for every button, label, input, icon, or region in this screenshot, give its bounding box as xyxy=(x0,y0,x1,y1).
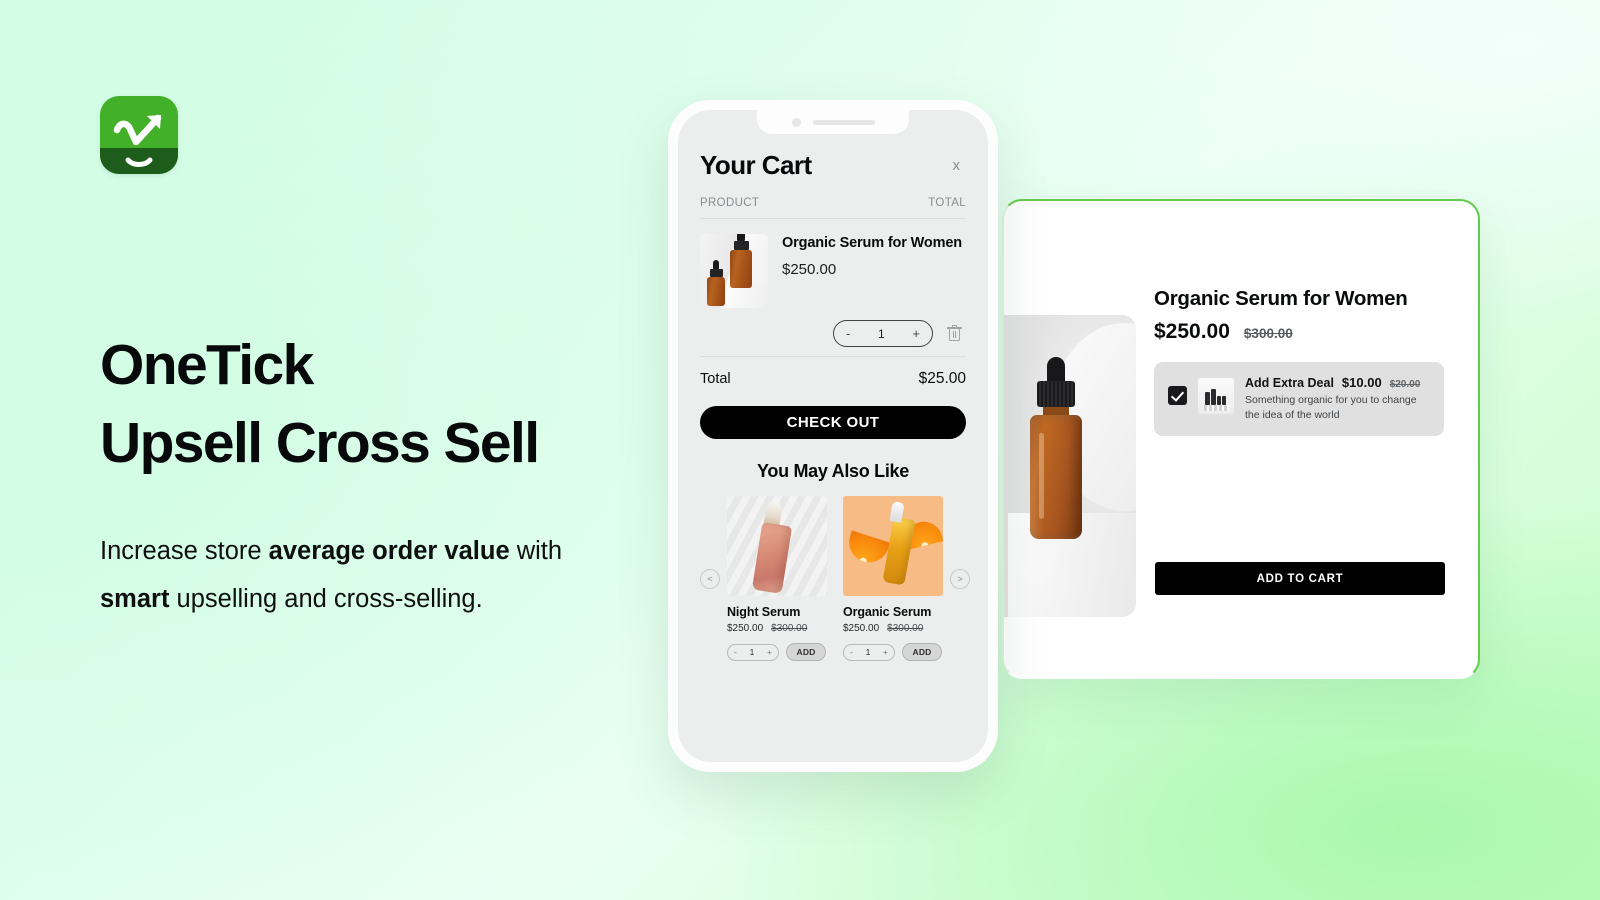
recommendation-compare-at-price: $300.00 xyxy=(887,623,924,634)
subhead-text-1: Increase store xyxy=(100,537,269,566)
app-logo xyxy=(100,96,178,174)
phone-notch xyxy=(757,110,909,134)
serum-bottles-image xyxy=(700,234,768,308)
column-header-total: TOTAL xyxy=(928,197,966,209)
cart-item-name: Organic Serum for Women xyxy=(782,235,962,251)
speaker-bar xyxy=(812,119,875,125)
night-serum-bottle-image xyxy=(727,496,827,596)
recommendation-decrement-button[interactable]: - xyxy=(850,648,853,657)
column-header-product: PRODUCT xyxy=(700,197,760,209)
cart-item-price: $250.00 xyxy=(782,261,837,279)
deal-price: $10.00 xyxy=(1341,375,1382,390)
bottle-graphic-small xyxy=(707,260,725,306)
product-detail-panel: Organic Serum for Women $250.00 $300.00 … xyxy=(1002,199,1480,679)
phone-screen: Your Cart x PRODUCT TOTAL Organic Serum … xyxy=(678,110,988,762)
add-to-cart-button[interactable]: ADD TO CART xyxy=(1155,562,1445,595)
recommendation-card[interactable]: Night Serum $250.00 $300.00 - 1 + ADD xyxy=(727,496,827,661)
quantity-value: 1 xyxy=(878,326,885,341)
extra-deal-checkbox[interactable] xyxy=(1168,386,1187,405)
subhead-emphasis-2: smart xyxy=(100,584,170,613)
hero-subheadline: Increase store average order value with … xyxy=(100,528,570,623)
recommendation-name: Night Serum xyxy=(727,605,801,619)
deal-compare-at-price: $20.00 xyxy=(1389,379,1421,390)
recommendation-quantity-stepper[interactable]: - 1 + xyxy=(727,643,779,661)
recommendation-name: Organic Serum xyxy=(843,605,932,619)
amber-dropper-bottle-image xyxy=(1004,315,1136,617)
quantity-stepper[interactable]: - 1 + xyxy=(833,320,933,347)
recommendation-card[interactable]: Organic Serum $250.00 $300.00 - 1 + ADD xyxy=(843,496,943,661)
phone-mockup: Your Cart x PRODUCT TOTAL Organic Serum … xyxy=(668,100,998,772)
recommendation-quantity-stepper[interactable]: - 1 + xyxy=(843,643,895,661)
cart-line-item: Organic Serum for Women $250.00 xyxy=(700,234,966,308)
deal-product-image xyxy=(1198,378,1234,414)
cart-total-value: $25.00 xyxy=(918,370,966,387)
page-title: OneTick Upsell Cross Sell xyxy=(100,326,620,482)
cart-column-headers: PRODUCT TOTAL xyxy=(700,197,966,209)
subhead-text-2: with xyxy=(509,537,563,566)
carousel-prev-icon[interactable]: < xyxy=(700,568,720,589)
headline-line-1: OneTick xyxy=(100,333,314,397)
recommendations-title: You May Also Like xyxy=(757,461,909,481)
carousel-next-icon[interactable]: > xyxy=(950,568,970,589)
headline-line-2: Upsell Cross Sell xyxy=(100,411,540,476)
serum-bottle-graphic xyxy=(1030,357,1082,539)
cart-item-controls: - 1 + xyxy=(700,320,966,347)
detail-product-price: $250.00 xyxy=(1154,320,1230,343)
quantity-decrement-button[interactable]: - xyxy=(846,327,850,340)
recommendation-decrement-button[interactable]: - xyxy=(734,648,737,657)
detail-compare-at-price: $300.00 xyxy=(1243,326,1293,341)
detail-price-row: $250.00 $300.00 xyxy=(1154,320,1444,344)
logo-smile-icon xyxy=(125,157,153,167)
extra-deal-offer[interactable]: Add Extra Deal $10.00 $20.00 Something o… xyxy=(1154,362,1444,436)
divider xyxy=(700,356,966,357)
quantity-increment-button[interactable]: + xyxy=(912,327,920,340)
cart-header: Your Cart x xyxy=(700,150,966,181)
checkout-button[interactable]: CHECK OUT xyxy=(700,406,966,439)
hero-section: OneTick Upsell Cross Sell Increase store… xyxy=(100,96,620,624)
subhead-text-3: upselling and cross-selling. xyxy=(169,584,483,613)
bottle-graphic-large xyxy=(730,234,752,288)
divider xyxy=(700,218,966,219)
recommendations-carousel: < Night Serum $250.00 $300.00 - 1 + ADD … xyxy=(700,496,970,661)
deal-name: Add Extra Deal xyxy=(1245,376,1334,390)
cart-total-row: Total $25.00 xyxy=(700,370,966,388)
recommendation-increment-button[interactable]: + xyxy=(883,648,888,657)
camera-icon xyxy=(791,117,801,127)
organic-serum-orange-image xyxy=(843,496,943,596)
promo-banner: OneTick Upsell Cross Sell Increase store… xyxy=(0,0,1600,900)
cart-total-label: Total xyxy=(700,371,731,387)
recommendation-add-button[interactable]: ADD xyxy=(786,643,826,661)
recommendation-price: $250.00 xyxy=(727,623,764,634)
deal-description: Something organic for you to change the … xyxy=(1245,394,1417,421)
recommendation-price: $250.00 xyxy=(843,623,880,634)
recommendation-quantity-value: 1 xyxy=(749,647,755,657)
cart-title: Your Cart xyxy=(700,150,812,180)
close-icon[interactable]: x xyxy=(947,153,967,178)
detail-product-title: Organic Serum for Women xyxy=(1154,287,1408,310)
trash-icon[interactable] xyxy=(947,325,962,342)
recommendation-quantity-value: 1 xyxy=(865,647,871,657)
subhead-emphasis-1: average order value xyxy=(268,537,510,566)
recommendation-add-button[interactable]: ADD xyxy=(902,643,942,661)
recommendation-compare-at-price: $300.00 xyxy=(771,623,808,634)
recommendation-increment-button[interactable]: + xyxy=(767,648,772,657)
